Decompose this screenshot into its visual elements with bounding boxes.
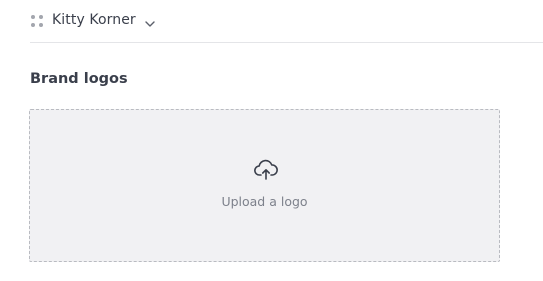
chevron-down-icon: [144, 15, 156, 27]
top-bar: Kitty Korner: [0, 0, 543, 42]
grid-dots-icon: [30, 13, 44, 27]
cloud-upload-icon: [253, 159, 279, 181]
section-title: Brand logos: [30, 71, 128, 87]
workspace-name: Kitty Korner: [52, 12, 136, 28]
logo-upload-dropzone[interactable]: Upload a logo: [29, 109, 500, 262]
upload-logo-label: Upload a logo: [221, 194, 308, 209]
workspace-switcher[interactable]: Kitty Korner: [30, 9, 156, 31]
header-divider: [30, 42, 543, 43]
